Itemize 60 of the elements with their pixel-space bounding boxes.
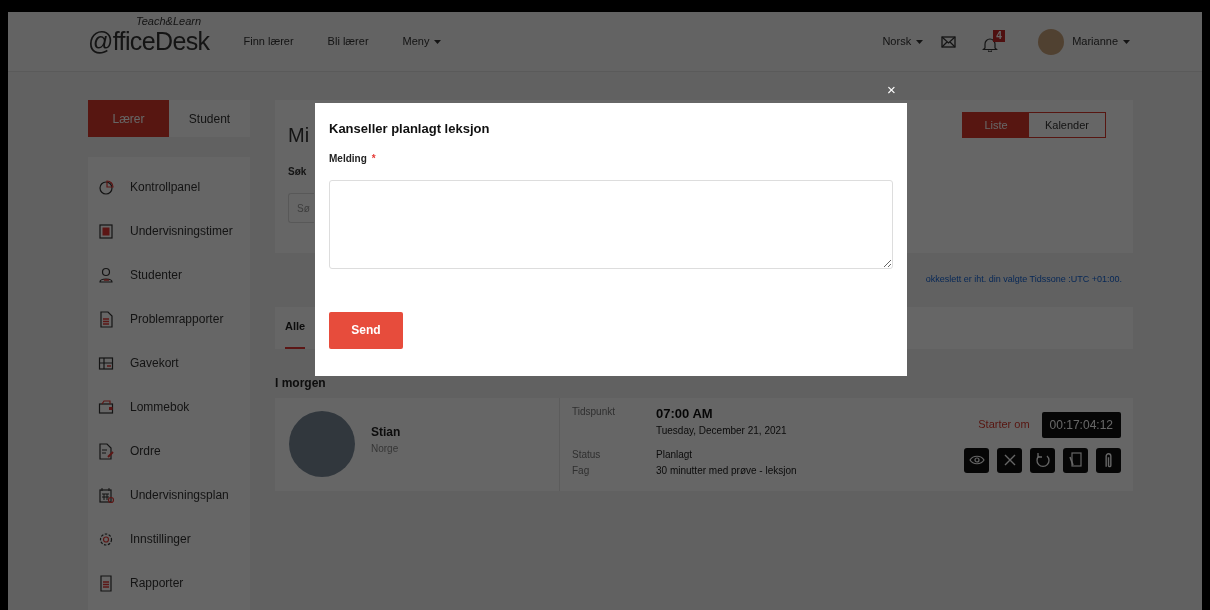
caret-icon [916, 40, 924, 45]
sidebar-item[interactable]: Lommebok [130, 398, 190, 416]
pie-chart-icon [98, 178, 115, 196]
countdown-timer: 00:17:04:12 [1041, 411, 1121, 438]
cancel-button[interactable] [997, 447, 1022, 473]
attachment-button[interactable] [1096, 447, 1121, 473]
notebook-icon [1067, 452, 1084, 468]
section-heading: I morgen [275, 374, 327, 392]
countdown-label: Starter om [978, 417, 1030, 433]
user-menu[interactable]: Marianne [1072, 33, 1130, 50]
logo-tagline: Teach&Learn [136, 13, 202, 29]
lesson-date: Tuesday, December 21, 2021 [656, 424, 788, 438]
refresh-icon [1034, 452, 1051, 468]
calendar-icon [98, 486, 115, 504]
document-icon [98, 442, 115, 460]
lesson-status: Planlagt [656, 448, 694, 462]
wallet-icon [98, 398, 115, 416]
send-button[interactable]: Send [329, 311, 403, 349]
language-dropdown[interactable]: Norsk [882, 33, 924, 50]
view-toggle-tab[interactable]: Liste [963, 113, 1029, 137]
sidebar-item[interactable]: Ordre [130, 442, 161, 460]
paperclip-icon [1105, 452, 1112, 468]
settings-icon [98, 530, 115, 548]
field-label: Melding [329, 151, 367, 166]
caret-icon [1123, 40, 1130, 45]
close-button[interactable]: × [887, 82, 896, 97]
nav-link[interactable]: Bli lærer [327, 33, 369, 50]
caret-icon [434, 40, 442, 45]
mail-icon[interactable] [941, 35, 957, 48]
view-button[interactable] [964, 447, 989, 473]
sidebar-item[interactable]: Problemrapporter [130, 310, 224, 328]
student-name: Stian [371, 423, 401, 441]
search-label: Søk [288, 165, 308, 179]
page-heading: Mi [288, 123, 310, 148]
sidebar-item[interactable]: Kontrollpanel [130, 178, 201, 196]
notes-button[interactable] [1063, 447, 1088, 473]
sidebar-item[interactable]: Gavekort [130, 354, 179, 372]
document-icon [98, 310, 115, 328]
user-icon [98, 266, 115, 284]
lesson-time: 07:00 AM [656, 404, 714, 423]
sidebar-item[interactable]: Rapporter [130, 574, 184, 592]
sidebar-item[interactable]: Studenter [130, 266, 183, 284]
role-tab[interactable]: Lærer [88, 100, 169, 137]
nav-link[interactable]: Finn lærer [243, 33, 294, 50]
timezone-note: okkeslett er iht. din valgte Tidssone :UTC +01:00. [925, 273, 1122, 286]
message-field[interactable] [329, 179, 893, 269]
sidebar-item[interactable]: Undervisningsplan [130, 486, 229, 504]
logo[interactable]: @fficeDesk [88, 26, 210, 55]
document-icon [98, 574, 115, 592]
document-icon [98, 222, 115, 240]
required-mark: * [371, 151, 376, 166]
nav-link[interactable]: Meny [402, 33, 442, 50]
lesson-subject: 30 minutter med prøve - leksjon [656, 464, 797, 478]
sidebar-item[interactable]: Innstillinger [130, 530, 191, 548]
notification-count: 4 [993, 29, 1005, 42]
modal-title: Kanseller planlagt leksjon [329, 120, 491, 138]
filter-tab[interactable]: Alle [285, 306, 306, 349]
reschedule-button[interactable] [1030, 447, 1055, 473]
gift-card-icon [98, 354, 115, 372]
sidebar-item[interactable]: Undervisningstimer [130, 222, 233, 240]
